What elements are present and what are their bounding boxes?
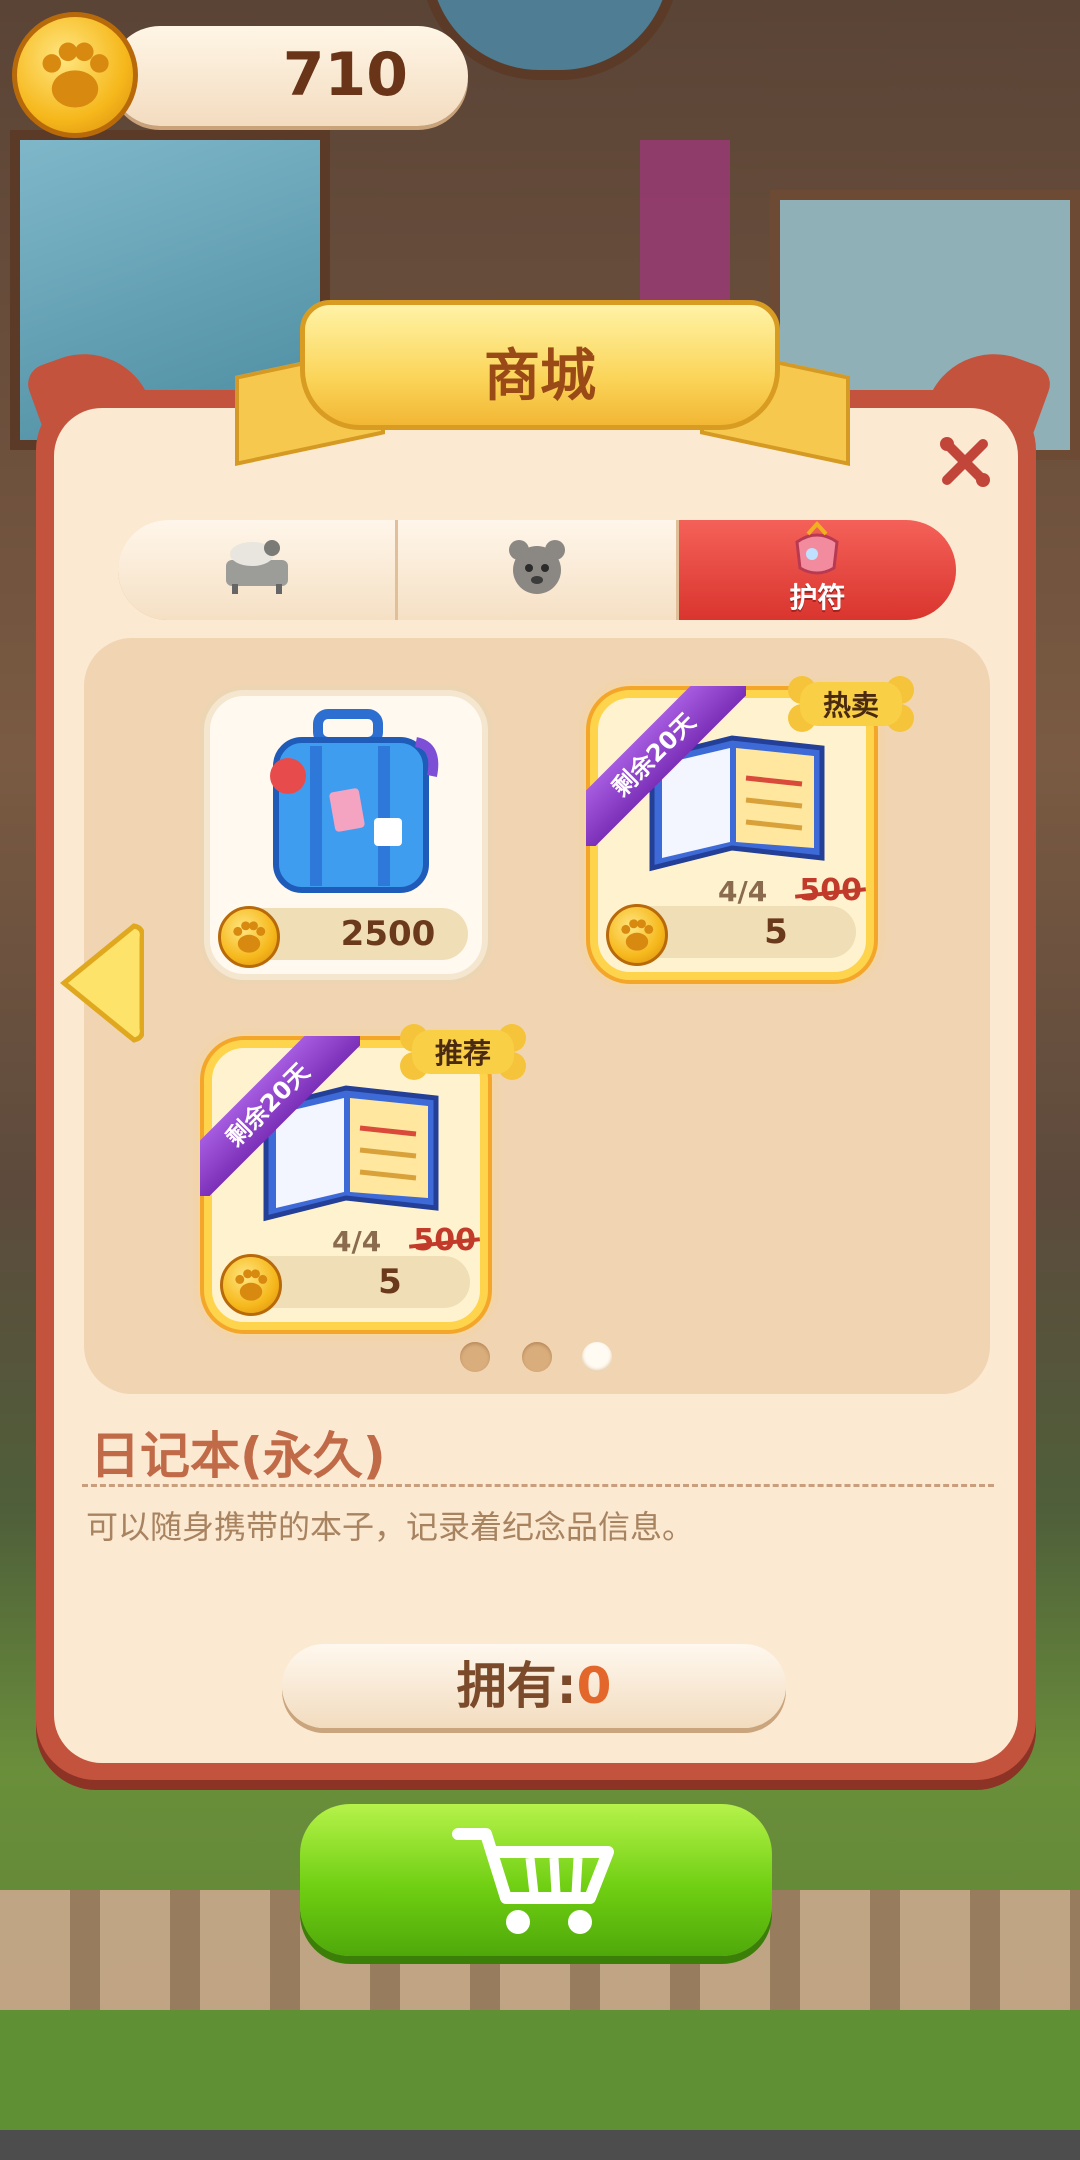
divider	[82, 1484, 994, 1487]
item-old-price: 500	[413, 1223, 476, 1258]
category-tabs: 护符	[118, 520, 956, 620]
shop-item-notebook-recommended[interactable]: 剩余20天 4/4 500 5	[200, 1036, 488, 1330]
hot-tag-label: 热卖	[822, 689, 879, 722]
page-indicator	[460, 1342, 620, 1374]
arrow-left-icon	[60, 923, 145, 1043]
item-price: 5	[378, 1262, 402, 1302]
selected-item-description: 可以随身携带的本子，记录着纪念品信息。	[86, 1508, 695, 1546]
paw-coin-icon	[12, 12, 138, 138]
recommend-tag: 推荐	[398, 1022, 528, 1082]
shop-item-suitcase[interactable]: 2500	[204, 690, 488, 980]
time-left-ribbon: 剩余20天	[200, 1036, 360, 1196]
pet-icon	[508, 540, 565, 594]
buy-button[interactable]	[300, 1804, 772, 1956]
owned-count-pill: 拥有:0	[282, 1644, 786, 1728]
close-button[interactable]	[935, 432, 995, 492]
tab-amulets-label: 护符	[789, 582, 846, 613]
page-dot-1[interactable]	[460, 1342, 490, 1372]
page-dot-2[interactable]	[522, 1342, 552, 1372]
cart-icon	[452, 1828, 614, 1934]
tab-amulets[interactable]: 护符	[678, 520, 956, 620]
tab-furniture[interactable]	[118, 520, 399, 620]
selected-item-name: 日记本(永久)	[90, 1427, 386, 1485]
amulet-icon	[795, 521, 839, 575]
coin-counter: 710	[110, 26, 468, 126]
time-left-ribbon: 剩余20天	[586, 686, 746, 846]
title-ribbon: 商城	[300, 300, 780, 430]
shop-title: 商城	[484, 344, 596, 409]
tab-pets[interactable]	[398, 520, 679, 620]
prev-page-button[interactable]	[54, 918, 145, 1048]
bottom-strip	[0, 2130, 1080, 2160]
paw-coin-icon	[218, 906, 280, 968]
recommend-tag-label: 推荐	[434, 1037, 491, 1070]
furniture-icon	[225, 540, 288, 594]
item-price: 2500	[340, 914, 436, 954]
item-stock: 4/4	[718, 875, 768, 908]
coin-value: 710	[282, 40, 408, 110]
page-dot-3[interactable]	[582, 1342, 612, 1372]
time-left-label: 剩余20天	[586, 686, 746, 846]
suitcase-icon	[270, 709, 439, 893]
hot-tag: 热卖	[786, 674, 916, 734]
paw-coin-icon	[220, 1254, 282, 1316]
owned-label: 拥有:	[456, 1657, 577, 1715]
item-old-price: 500	[799, 873, 862, 908]
close-icon	[940, 437, 990, 487]
owned-count: 0	[576, 1657, 612, 1715]
time-left-label: 剩余20天	[200, 1036, 360, 1196]
item-price: 5	[764, 912, 788, 952]
item-stock: 4/4	[332, 1225, 382, 1258]
paw-coin-icon	[606, 904, 668, 966]
